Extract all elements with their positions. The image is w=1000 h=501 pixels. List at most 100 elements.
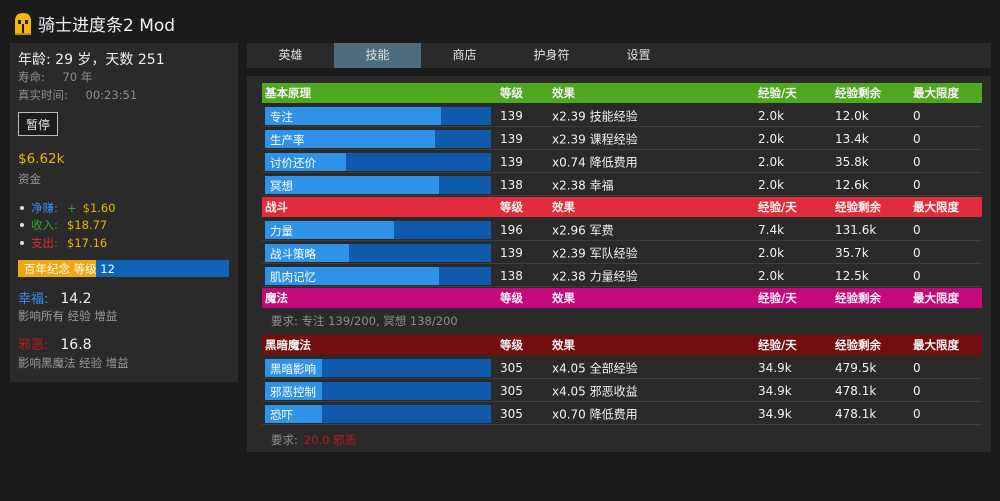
category-title: 战斗 (265, 200, 288, 214)
skill-level: 305 (500, 360, 523, 375)
skill-level: 196 (500, 222, 523, 237)
skill-effect: x4.05 邪恶收益 (552, 384, 638, 398)
skill-xp-left: 478.1k (835, 406, 877, 421)
skill-max-level: 0 (913, 360, 921, 375)
column-xp-per-day: 经验/天 (758, 200, 797, 214)
money-value: $6.62k (18, 151, 65, 167)
lifespan-value: 70 年 (62, 70, 93, 84)
category-title: 基本原理 (265, 86, 311, 100)
evil-value: 16.8 (60, 337, 92, 353)
skill-name: 讨价还价 (270, 156, 316, 170)
column-effect: 效果 (552, 338, 575, 352)
money-flow: 净赚: + $1.60 收入: $18.77 支出: $17.16 (18, 199, 228, 252)
skill-max-level: 0 (913, 383, 921, 398)
stats-panel: 年龄: 29 岁，天数 251 寿命: 70 年 真实时间: 00:23:51 … (10, 43, 238, 382)
skill-name: 肌肉记忆 (270, 270, 316, 284)
bullet-icon (20, 205, 24, 210)
app-header: 骑士进度条2 Mod (12, 8, 175, 38)
skill-progress-bar[interactable]: 肌肉记忆 (265, 267, 491, 285)
skill-name: 恐吓 (270, 408, 293, 422)
column-xp-per-day: 经验/天 (758, 338, 797, 352)
column-xp-per-day: 经验/天 (758, 86, 797, 100)
skill-progress-bar[interactable]: 战斗策略 (265, 244, 491, 262)
skill-max-level: 0 (913, 406, 921, 421)
skill-xp-left: 12.6k (835, 177, 869, 192)
requirement-value: 20.0 邪恶 (303, 433, 357, 447)
skill-effect: x2.38 幸福 (552, 178, 614, 192)
centennial-text: 百年纪念 等级 12 (24, 262, 115, 276)
column-xp-left: 经验剩余 (835, 200, 881, 214)
lifespan-label: 寿命: (18, 70, 45, 84)
skill-row: 战斗策略 139 x2.39 军队经验 2.0k 35.7k 0 (262, 242, 982, 264)
tab-shop[interactable]: 商店 (421, 43, 508, 68)
tab-amulet[interactable]: 护身符 (508, 43, 595, 68)
skill-level: 305 (500, 383, 523, 398)
skill-effect: x2.39 技能经验 (552, 109, 638, 123)
skill-max-level: 0 (913, 245, 921, 260)
skill-progress-bar[interactable]: 恐吓 (265, 405, 491, 423)
column-xp-left: 经验剩余 (835, 338, 881, 352)
skill-progress-bar[interactable]: 冥想 (265, 176, 491, 194)
skill-effect: x4.05 全部经验 (552, 361, 638, 375)
expense-row: 支出: $17.16 (18, 234, 228, 252)
skill-progress-bar[interactable]: 邪恶控制 (265, 382, 491, 400)
skill-name: 战斗策略 (270, 247, 316, 261)
happiness-value: 14.2 (60, 291, 92, 307)
column-xp-left: 经验剩余 (835, 86, 881, 100)
skill-row: 肌肉记忆 138 x2.38 力量经验 2.0k 12.5k 0 (262, 265, 982, 287)
skill-level: 138 (500, 177, 523, 192)
pause-button[interactable]: 暂停 (18, 112, 58, 136)
skill-effect: x2.96 军费 (552, 223, 614, 237)
skill-row: 力量 196 x2.96 军费 7.4k 131.6k 0 (262, 219, 982, 241)
skill-effect: x2.38 力量经验 (552, 269, 638, 283)
column-xp-left: 经验剩余 (835, 291, 881, 305)
skill-progress-bar[interactable]: 黑暗影响 (265, 359, 491, 377)
tab-bar: 英雄 技能 商店 护身符 设置 (247, 43, 991, 68)
skill-xp-left: 478.1k (835, 383, 877, 398)
skill-name: 专注 (270, 110, 293, 124)
skill-progress-bar[interactable]: 力量 (265, 221, 491, 239)
skill-level: 138 (500, 268, 523, 283)
skill-row: 冥想 138 x2.38 幸福 2.0k 12.6k 0 (262, 174, 982, 196)
skill-xp-left: 35.7k (835, 245, 869, 260)
skill-progress-bar[interactable]: 专注 (265, 107, 491, 125)
evil-label: 邪恶: (18, 338, 49, 353)
skills-panel: 基本原理 等级 效果 经验/天 经验剩余 最大限度 专注 139 x2.39 技能经验 2.0k 1… (247, 76, 991, 452)
skill-xp-per-day: 34.9k (758, 406, 792, 421)
centennial-bar: 百年纪念 等级 12 (18, 260, 229, 277)
skill-effect: x2.39 课程经验 (552, 132, 638, 146)
skill-progress-bar[interactable]: 生产率 (265, 130, 491, 148)
income-row: 收入: $18.77 (18, 217, 228, 235)
skill-xp-per-day: 2.0k (758, 154, 785, 169)
net-value: $1.60 (82, 200, 116, 215)
skill-level: 139 (500, 245, 523, 260)
bullet-icon (20, 240, 24, 245)
net-label: 净赚: (31, 200, 58, 215)
skill-xp-per-day: 2.0k (758, 245, 785, 260)
expense-label: 支出: (31, 235, 58, 250)
skill-progress-bar[interactable]: 讨价还价 (265, 153, 491, 171)
skill-name: 力量 (270, 224, 293, 238)
column-xp-per-day: 经验/天 (758, 291, 797, 305)
category-header-magic: 魔法 等级 效果 经验/天 经验剩余 最大限度 (262, 288, 982, 308)
skill-row: 邪恶控制 305 x4.05 邪恶收益 34.9k 478.1k 0 (262, 380, 982, 402)
tab-hero[interactable]: 英雄 (247, 43, 334, 68)
skill-level: 305 (500, 406, 523, 421)
tab-skills[interactable]: 技能 (334, 43, 421, 68)
tab-settings[interactable]: 设置 (595, 43, 682, 68)
lifespan: 寿命: 70 年 (18, 69, 92, 85)
age-text: 年龄: 29 岁，天数 251 (18, 52, 165, 68)
column-max-level: 最大限度 (913, 86, 959, 100)
happiness-label: 幸福: (18, 292, 49, 307)
column-level: 等级 (500, 86, 523, 100)
skill-name: 冥想 (270, 179, 293, 193)
skill-xp-left: 479.5k (835, 360, 877, 375)
column-max-level: 最大限度 (913, 338, 959, 352)
skill-max-level: 0 (913, 131, 921, 146)
income-value: $18.77 (67, 218, 108, 233)
column-level: 等级 (500, 291, 523, 305)
skill-xp-per-day: 2.0k (758, 108, 785, 123)
evil: 邪恶: 16.8 (18, 334, 92, 353)
skill-xp-left: 12.0k (835, 108, 869, 123)
knight-helmet-icon (15, 13, 31, 35)
